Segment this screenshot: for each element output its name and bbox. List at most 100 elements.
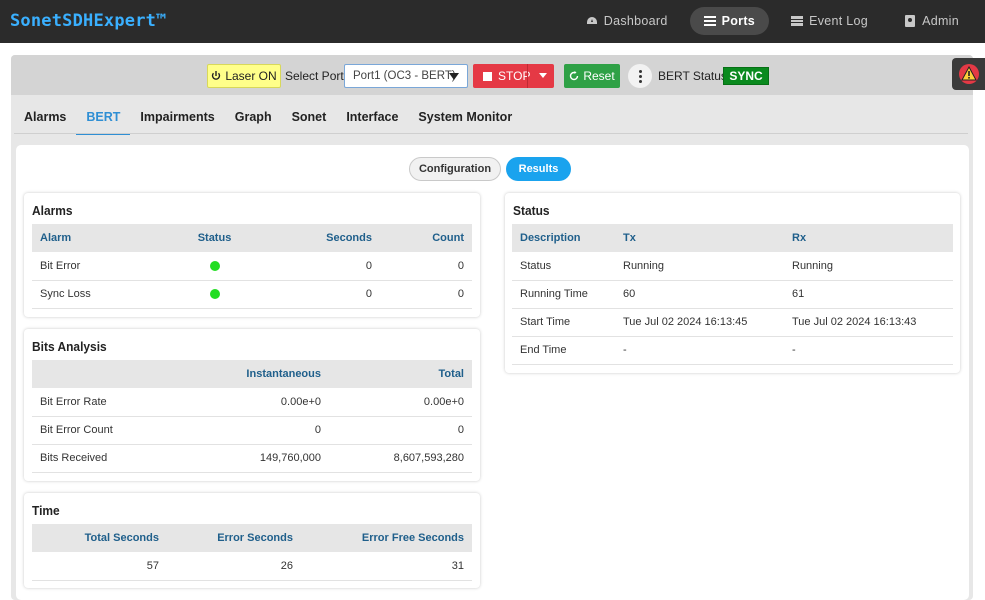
time-table: Total Seconds Error Seconds Error Free S… (32, 524, 472, 581)
status-desc: Status (512, 252, 615, 281)
metric-total: 0 (329, 416, 472, 445)
app-title[interactable]: SonetSDHExpert™ (10, 11, 167, 31)
bert-status-badge: SYNC (723, 67, 769, 85)
list-icon (703, 16, 716, 26)
tab-sonet[interactable]: Sonet (282, 110, 337, 135)
col-tx: Tx (615, 224, 784, 252)
kebab-icon (638, 69, 642, 83)
bits-header-row: Instantaneous Total (32, 360, 472, 388)
col-description: Description (512, 224, 615, 252)
nav-event-log-label: Event Log (809, 14, 869, 28)
metric-total: 0.00e+0 (329, 388, 472, 417)
warning-icon (958, 64, 979, 84)
port-select-value: Port1 (OC3 - BERT) (353, 70, 456, 82)
more-options-button[interactable] (628, 64, 652, 88)
metric-name: Bit Error Count (32, 416, 182, 445)
status-tx: - (615, 336, 784, 365)
table-row: Bit Error Rate 0.00e+0 0.00e+0 (32, 388, 472, 417)
alarms-table: Alarm Status Seconds Count Bit Error 0 0… (32, 224, 472, 309)
results-toggle[interactable]: Results (506, 157, 571, 181)
laser-label: Laser ON (225, 69, 277, 83)
error-free-seconds-value: 31 (301, 552, 472, 581)
main-nav: Dashboard Ports Event Log Admin (572, 7, 973, 35)
tab-interface[interactable]: Interface (336, 110, 408, 135)
status-panel: Status Description Tx Rx Status Running … (505, 193, 960, 373)
port-select[interactable]: Port1 (OC3 - BERT) (344, 64, 468, 88)
status-tx: 60 (615, 280, 784, 309)
stop-dropdown-icon[interactable] (539, 73, 547, 78)
alarms-panel: Alarms Alarm Status Seconds Count Bit Er… (24, 193, 480, 317)
table-row: Running Time 60 61 (512, 280, 953, 309)
tab-alarms[interactable]: Alarms (14, 110, 76, 135)
alarm-count: 0 (380, 280, 472, 309)
col-metric (32, 360, 182, 388)
stop-label: STOP (498, 69, 531, 83)
col-alarm: Alarm (32, 224, 172, 252)
metric-inst: 0.00e+0 (182, 388, 329, 417)
configuration-toggle[interactable]: Configuration (409, 157, 501, 181)
alarm-seconds: 0 (257, 252, 380, 281)
tab-bert[interactable]: BERT (76, 110, 131, 135)
stop-button[interactable]: STOP (473, 64, 554, 88)
table-row: Bit Error Count 0 0 (32, 416, 472, 445)
status-rx: - (784, 336, 953, 365)
status-tx: Running (615, 252, 784, 281)
metric-name: Bit Error Rate (32, 388, 182, 417)
bits-analysis-title: Bits Analysis (32, 339, 107, 354)
status-desc: Start Time (512, 308, 615, 337)
bits-table: Instantaneous Total Bit Error Rate 0.00e… (32, 360, 472, 473)
col-total: Total (329, 360, 472, 388)
nav-dashboard-label: Dashboard (603, 14, 668, 28)
metric-inst: 0 (182, 416, 329, 445)
status-rx: Tue Jul 02 2024 16:13:43 (784, 308, 953, 337)
col-rx: Rx (784, 224, 953, 252)
col-error-seconds: Error Seconds (167, 524, 301, 552)
total-seconds-value: 57 (32, 552, 167, 581)
bert-status-label: BERT Status (658, 69, 727, 83)
nav-dashboard[interactable]: Dashboard (572, 7, 682, 35)
port-toolbar: Laser ON Select Port Port1 (OC3 - BERT) … (11, 55, 973, 95)
user-icon (905, 15, 916, 27)
status-desc: Running Time (512, 280, 615, 309)
tab-graph[interactable]: Graph (225, 110, 282, 135)
tab-impairments[interactable]: Impairments (130, 110, 224, 135)
alarm-count: 0 (380, 252, 472, 281)
nav-event-log[interactable]: Event Log (777, 7, 882, 35)
metric-total: 8,607,593,280 (329, 444, 472, 473)
table-row: Bit Error 0 0 (32, 252, 472, 281)
tabs-divider (14, 133, 968, 134)
col-instantaneous: Instantaneous (182, 360, 329, 388)
top-navbar: SonetSDHExpert™ Dashboard Ports Event Lo… (0, 0, 985, 43)
metric-name: Bits Received (32, 444, 182, 473)
nav-admin[interactable]: Admin (890, 7, 973, 35)
nav-ports-label: Ports (721, 14, 756, 28)
reset-icon (570, 71, 579, 81)
alert-button[interactable] (952, 58, 985, 90)
status-header-row: Description Tx Rx (512, 224, 953, 252)
table-row: Bits Received 149,760,000 8,607,593,280 (32, 444, 472, 473)
chevron-down-icon (449, 73, 459, 80)
alarm-name: Bit Error (32, 252, 172, 281)
nav-ports[interactable]: Ports (689, 7, 770, 35)
table-row: 57 26 31 (32, 552, 472, 581)
table-row: End Time - - (512, 336, 953, 365)
status-desc: End Time (512, 336, 615, 365)
alarm-seconds: 0 (257, 280, 380, 309)
metric-inst: 149,760,000 (182, 444, 329, 473)
laser-button[interactable]: Laser ON (207, 64, 281, 88)
col-status: Status (172, 224, 257, 252)
col-count: Count (380, 224, 472, 252)
status-table: Description Tx Rx Status Running Running… (512, 224, 953, 365)
port-tabs: Alarms BERT Impairments Graph Sonet Inte… (14, 110, 522, 135)
select-port-label: Select Port (285, 69, 344, 83)
status-tx: Tue Jul 02 2024 16:13:45 (615, 308, 784, 337)
table-row: Status Running Running (512, 252, 953, 281)
log-icon (791, 16, 804, 26)
tab-system-monitor[interactable]: System Monitor (408, 110, 522, 135)
status-rx: Running (784, 252, 953, 281)
table-row: Start Time Tue Jul 02 2024 16:13:45 Tue … (512, 308, 953, 337)
time-header-row: Total Seconds Error Seconds Error Free S… (32, 524, 472, 552)
reset-button[interactable]: Reset (564, 64, 620, 88)
col-seconds: Seconds (257, 224, 380, 252)
table-row: Sync Loss 0 0 (32, 280, 472, 309)
